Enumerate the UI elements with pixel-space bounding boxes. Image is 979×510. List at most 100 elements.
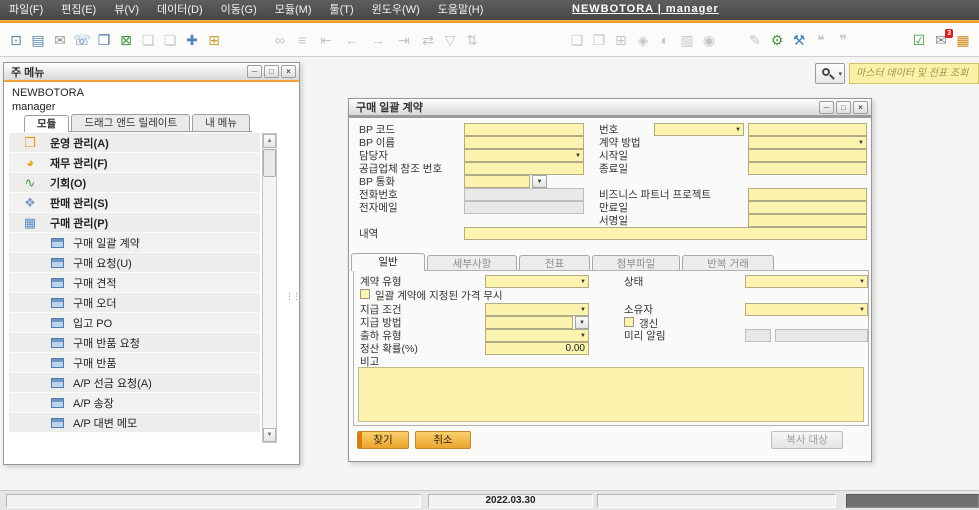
master-data-search-input[interactable]: 마스터 데이터 및 전표 조회 [849,63,979,84]
find-icon[interactable]: ∞ [270,26,290,54]
export-excel-icon[interactable]: ⊠ [116,26,136,54]
currency-dropdown-button[interactable]: ▼ [532,175,547,188]
menu-tree-item[interactable]: 입고 PO [9,313,260,333]
calendar-icon[interactable]: ▦ [953,26,973,54]
maximize-button[interactable]: □ [264,65,279,78]
menu-tree-item[interactable]: 구매 오더 [9,293,260,313]
menu-tree-item[interactable]: ▦ 구매 관리(P) [9,213,260,233]
menu-item[interactable]: 이동(G) [212,0,266,20]
ignore-prices-checkbox[interactable] [360,289,370,299]
close-button[interactable]: × [853,101,868,114]
menu-item[interactable]: 윈도우(W) [363,0,429,20]
status-dropdown[interactable] [745,275,868,288]
messages-icon[interactable]: ✉ 3 [931,26,951,54]
renewal-checkbox[interactable] [624,317,634,327]
bp-currency-field[interactable] [464,175,530,188]
panel-resize-grip[interactable]: ⋮⋮ [285,291,299,302]
refresh-record-icon[interactable]: ⇄ [418,26,438,54]
dialog-tab[interactable]: 첨부파일 [592,255,680,271]
cancel-button[interactable]: 취소 [415,431,471,449]
checklist-calendar-icon[interactable]: ☑ [909,26,929,54]
menu-item[interactable]: 도움말(H) [429,0,493,20]
main-menu-tab[interactable]: 내 메뉴 [192,114,250,131]
first-record-icon[interactable]: ⇤ [314,26,338,54]
query-icon[interactable]: ◉ [699,26,719,54]
close-button[interactable]: × [281,65,296,78]
number-field[interactable] [748,123,867,136]
start-date-field[interactable] [748,149,867,162]
payment-method-field[interactable] [485,316,573,329]
payment-terms-dropdown[interactable] [485,303,589,316]
owner-dropdown[interactable] [745,303,868,316]
print-icon[interactable]: ▤ [28,26,48,54]
termination-date-field[interactable] [748,201,867,214]
payment-method-dropdown-button[interactable]: ▼ [575,316,589,329]
number-series-dropdown[interactable] [654,123,744,136]
dialog-tab[interactable]: 일반 [351,253,425,271]
signing-date-field[interactable] [748,214,867,227]
menu-tree-item[interactable]: A/P 대변 메모 [9,413,260,433]
sort-icon[interactable]: ⇅ [462,26,482,54]
menu-item[interactable]: 파일(F) [0,0,52,20]
end-date-field[interactable] [748,162,867,175]
menu-tree-item[interactable]: ❒ 운영 관리(A) [9,133,260,153]
menu-tree-item[interactable]: 구매 반품 [9,353,260,373]
menu-item[interactable]: 툴(T) [321,0,363,20]
shipping-type-dropdown[interactable] [485,329,589,342]
agreement-method-dropdown[interactable] [748,136,867,149]
chat-icon[interactable]: ❝ [811,26,831,54]
menu-tree-item[interactable]: ❖ 판매 관리(S) [9,193,260,213]
menu-tree-item[interactable]: 구매 일괄 계약 [9,233,260,253]
menu-item[interactable]: 뷰(V) [105,0,148,20]
menu-tree-item[interactable]: 구매 견적 [9,273,260,293]
minimize-button[interactable]: ─ [819,101,834,114]
menu-tree-item[interactable]: A/P 선금 요청(A) [9,373,260,393]
scrollbar-thumb[interactable] [263,149,276,177]
main-menu-tab[interactable]: 모듈 [24,115,69,132]
payment-wizard-icon[interactable]: ⊞ [611,26,631,54]
menu-tree-item[interactable]: A/P 송장 [9,393,260,413]
contact-person-dropdown[interactable] [464,149,584,162]
scroll-down-icon[interactable]: ▼ [263,428,276,442]
supplier-ref-field[interactable] [464,162,584,175]
main-menu-tab[interactable]: 드래그 앤드 릴레이트 [71,114,190,131]
navigation-arrows-icon[interactable]: ✚ [182,26,202,54]
scroll-up-icon[interactable]: ▲ [263,134,276,148]
menu-item[interactable]: 편집(E) [52,0,105,20]
next-record-icon[interactable]: → [366,26,390,54]
minimize-button[interactable]: ─ [247,65,262,78]
menu-item[interactable]: 모듈(M) [266,0,321,20]
agreement-type-dropdown[interactable] [485,275,589,288]
system-config-icon[interactable]: ⚒ [789,26,809,54]
print-preview-icon[interactable]: ⊡ [6,26,26,54]
gross-profit-icon[interactable]: ◐ [655,26,675,54]
sms-icon[interactable]: ☏ [72,26,92,54]
dialog-tab[interactable]: 반복 거래 [682,255,774,271]
payment-means-icon[interactable]: ◈ [633,26,653,54]
menu-tree-item[interactable]: ∿ 기회(O) [9,173,260,193]
menu-tree-item[interactable]: ◕ 재무 관리(F) [9,153,260,173]
journal-entry-icon[interactable]: ▥ [677,26,697,54]
export-word-icon[interactable]: ❏ [138,26,158,54]
chat-history-icon[interactable]: ❞ [833,26,853,54]
remarks-field[interactable] [464,227,867,240]
email-icon[interactable]: ✉ [50,26,70,54]
message-log-icon[interactable]: ≡ [292,26,312,54]
copy-to-icon[interactable]: ❐ [589,26,609,54]
previous-record-icon[interactable]: ← [340,26,364,54]
dialog-tab[interactable]: 세부사항 [427,255,517,271]
filter-icon[interactable]: ▽ [440,26,460,54]
bp-name-field[interactable] [464,136,584,149]
form-settings-icon[interactable]: ⚙ [767,26,787,54]
dialog-tab[interactable]: 전표 [519,255,590,271]
search-button[interactable]: ▾ [815,63,845,84]
bp-code-field[interactable] [464,123,584,136]
menu-item[interactable]: 데이터(D) [148,0,212,20]
settlement-probability-field[interactable]: 0.00 [485,342,589,355]
last-record-icon[interactable]: ⇥ [392,26,416,54]
menu-tree-item[interactable]: 구매 요청(U) [9,253,260,273]
export-pdf-icon[interactable]: ❏ [160,26,180,54]
copy-from-icon[interactable]: ❏ [567,26,587,54]
bp-project-field[interactable] [748,188,867,201]
menu-scrollbar[interactable]: ▲ ▼ [262,133,277,443]
